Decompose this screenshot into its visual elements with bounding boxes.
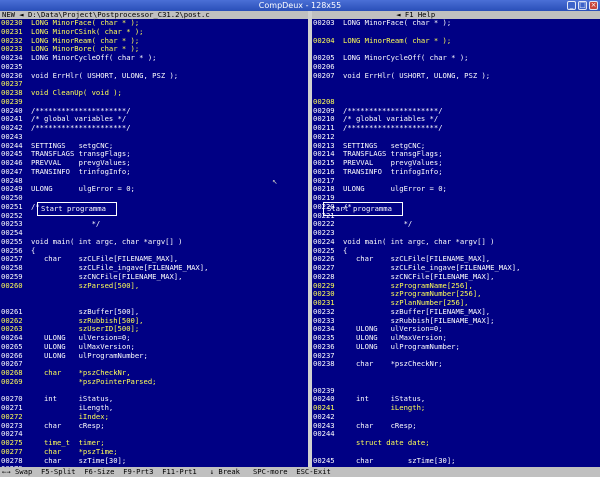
code-text: char *pszCheckNr; xyxy=(343,359,443,369)
line-number: 00204 xyxy=(313,35,335,45)
minimize-icon: _ xyxy=(569,1,574,9)
code-text: */ xyxy=(343,219,413,229)
left-code-lines: 00230 LONG MinorFace( char * ); 00231 LONG … xyxy=(0,18,308,467)
code-text: /*********************/ xyxy=(31,123,131,132)
code-text: iLength; xyxy=(343,403,426,412)
code-line: 00253 */ xyxy=(0,219,308,229)
start-programma-box: Start programma xyxy=(37,202,117,216)
code-text: */ xyxy=(31,219,101,229)
code-line: 00238 char *pszCheckNr; xyxy=(312,359,600,369)
code-line: 00245 char szTime[30]; xyxy=(312,455,600,466)
line-number: 00207 xyxy=(313,70,335,80)
code-text: szParsed[500], xyxy=(31,280,140,290)
right-file-pane[interactable]: ◄ F1 Help 00203 LONG MinorFace( char * );… xyxy=(312,11,600,467)
code-text: LONG MinorCycleOff( char * ); xyxy=(31,53,157,62)
maximize-button[interactable]: □ xyxy=(578,1,587,10)
code-line xyxy=(312,378,600,387)
code-line: 00222 */ xyxy=(312,219,600,229)
mouse-pointer-icon: ↖ xyxy=(272,177,278,187)
code-line: 00247 TRANSINFO trinfogInfo; xyxy=(0,166,308,177)
right-code-lines: 00203 LONG MinorFace( char * ); 00204 LONG … xyxy=(312,18,600,467)
line-number: 00203 xyxy=(313,18,335,27)
code-text: char szTime[30]; xyxy=(343,455,456,465)
code-line: 00255 void main( int argc, char *argv[] ) xyxy=(0,236,308,247)
title-bar: CompDeux - 128x55 _ □ × xyxy=(0,0,600,11)
close-button[interactable]: × xyxy=(589,1,598,10)
minimize-button[interactable]: _ xyxy=(567,1,576,10)
code-line: 00236 void ErrHlr( USHORT, ULONG, PSZ ); xyxy=(0,70,308,81)
line-number: 00245 xyxy=(313,455,335,465)
code-line: 00266 ULONG ulProgramNumber; xyxy=(0,350,308,361)
code-text: char cResp; xyxy=(31,420,105,430)
line-number: 00244 xyxy=(313,429,335,439)
code-line xyxy=(312,80,600,89)
code-line: struct date date; xyxy=(312,438,600,448)
start-programma-label: Start programma xyxy=(41,204,106,213)
code-line: 00216 TRANSINFO trinfogInfo; xyxy=(312,166,600,177)
code-text: void CleanUp( void ); xyxy=(31,88,122,97)
code-text: void main( int argc, char *argv[] ) xyxy=(31,236,183,246)
code-line: 00236 ULONG ulProgramNumber; xyxy=(312,341,600,352)
code-text: LONG MinorReam( char * ); xyxy=(343,35,452,45)
code-text: LONG MinorFace( char * ); xyxy=(343,18,452,27)
code-text: ULONG ulgError = 0; xyxy=(31,184,135,194)
code-line: 00205 LONG MinorCycleOff( char * ); xyxy=(312,53,600,63)
code-text: char szTime[30]; xyxy=(31,455,127,465)
code-line: 00278 char szTime[30]; xyxy=(0,455,308,466)
code-text: struct date date; xyxy=(343,438,430,447)
code-text: ULONG ulProgramNumber; xyxy=(31,350,148,360)
code-text: char cResp; xyxy=(343,420,417,430)
function-key-bar: ←→ Swap F5-Split F6-Size F9-Prt3 F11-Prt… xyxy=(0,467,600,477)
code-line: 00241 iLength; xyxy=(312,403,600,413)
code-line xyxy=(0,290,308,299)
window-title: CompDeux - 128x55 xyxy=(258,1,342,10)
code-text: void ErrHlr( USHORT, ULONG, PSZ ); xyxy=(31,70,179,80)
line-number xyxy=(0,290,31,299)
code-text: *pszPointerParsed; xyxy=(31,376,157,386)
code-text: void main( int argc, char *argv[] ) xyxy=(343,236,495,246)
code-line: 00260 szParsed[500], xyxy=(0,280,308,291)
code-line: 00204 LONG MinorReam( char * ); xyxy=(312,35,600,46)
code-text: LONG MinorCycleOff( char * ); xyxy=(343,53,469,62)
line-number xyxy=(312,439,343,448)
code-line: 00211/*********************/ xyxy=(312,123,600,133)
code-line: 00249 ULONG ulgError = 0; xyxy=(0,184,308,194)
line-number: 00238 xyxy=(313,359,335,369)
code-text: TRANSINFO trinfogInfo; xyxy=(343,166,443,176)
code-line: 00207 void ErrHlr( USHORT, ULONG, PSZ ); xyxy=(312,70,600,81)
code-text: TRANSINFO trinfogInfo; xyxy=(31,166,131,176)
line-number: 00260 xyxy=(1,280,23,290)
code-line: 00242/*********************/ xyxy=(0,123,308,133)
line-number: 00269 xyxy=(1,376,23,386)
code-line: 00224 void main( int argc, char *argv[] ) xyxy=(312,236,600,247)
close-icon: × xyxy=(590,1,597,9)
start-programma-label-right: Start programma xyxy=(327,204,392,213)
code-text: void ErrHlr( USHORT, ULONG, PSZ ); xyxy=(343,70,491,80)
code-text: ULONG ulgError = 0; xyxy=(343,184,447,194)
code-line xyxy=(312,89,600,98)
line-number xyxy=(312,80,343,89)
code-text: ULONG ulProgramNumber; xyxy=(343,341,460,351)
maximize-icon: □ xyxy=(579,1,586,9)
code-line: 00243 char cResp; xyxy=(312,420,600,431)
code-line: 00203 LONG MinorFace( char * ); xyxy=(312,18,600,28)
code-line: 00218 ULONG ulgError = 0; xyxy=(312,184,600,194)
left-file-pane[interactable]: NEW ◄ D:\Data\Project\Postprocessor_C31.… xyxy=(0,11,308,467)
code-line: 00269 *pszPointerParsed; xyxy=(0,376,308,387)
code-line: 00234 LONG MinorCycleOff( char * ); xyxy=(0,53,308,63)
code-line xyxy=(312,369,600,378)
line-number xyxy=(312,369,343,378)
start-programma-box-right: Start programma xyxy=(323,202,403,216)
code-line: 00273 char cResp; xyxy=(0,420,308,431)
code-line: 00238 void CleanUp( void ); xyxy=(0,88,308,98)
code-text: /*********************/ xyxy=(343,123,443,132)
